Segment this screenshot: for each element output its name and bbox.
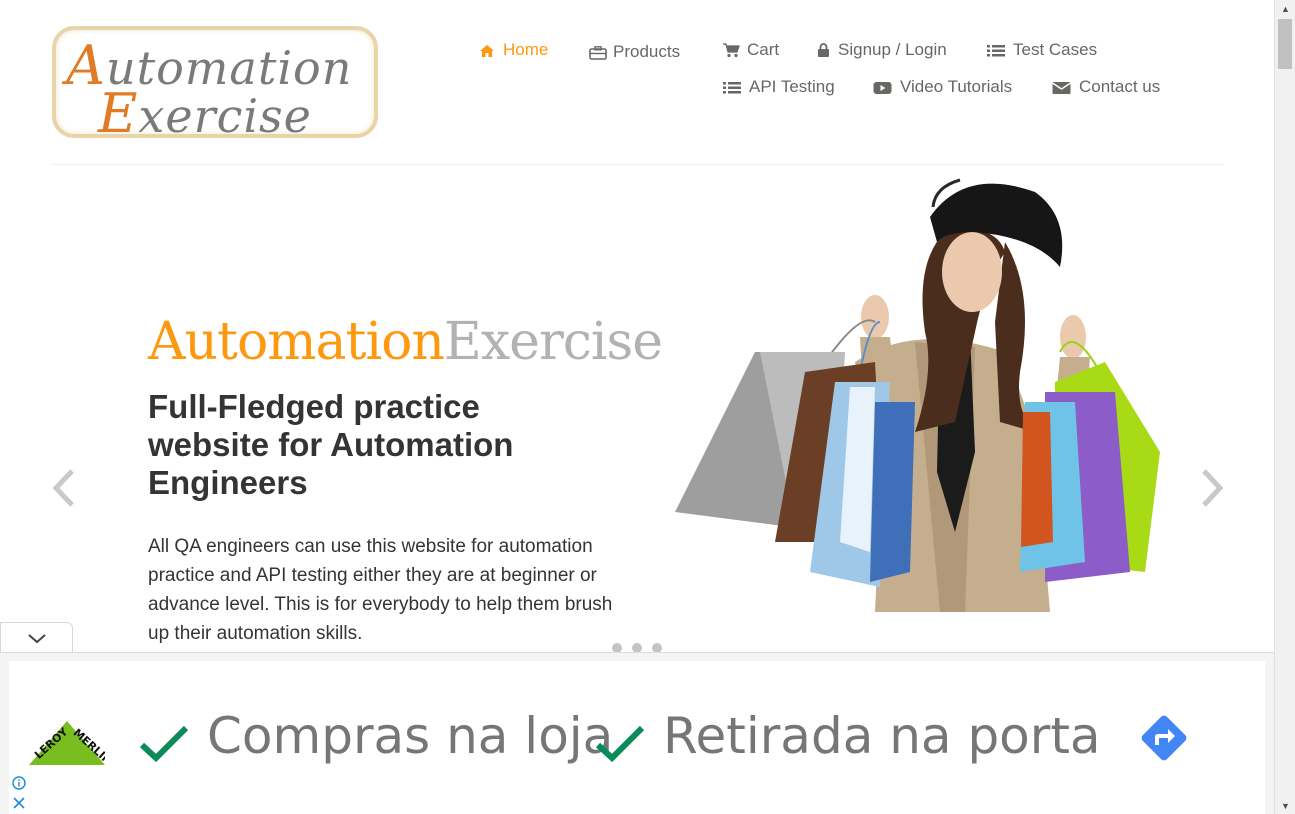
chevron-left-icon [52,469,74,507]
nav-home[interactable]: Home [479,40,548,60]
nav-contact-us-label: Contact us [1079,77,1161,96]
chevron-down-icon [27,633,46,643]
slider-headline: Full-Fledged practice website for Automa… [148,388,514,501]
nav-contact-us[interactable]: Contact us [1052,77,1160,97]
list-icon [723,80,741,94]
nav-test-cases[interactable]: Test Cases [987,40,1097,60]
hero-image [675,172,1165,612]
checkmark-icon [139,725,189,763]
ad-collapse-button[interactable] [0,622,73,654]
list-icon [987,43,1005,57]
leroy-merlin-logo: LEROY MERLIN [29,713,114,767]
slider-description: All QA engineers can use this website fo… [148,536,613,644]
nav-signup-login[interactable]: Signup / Login [817,40,947,60]
logo-line-2: Exercise [98,82,312,145]
envelope-icon [1052,80,1071,94]
nav-cart-label: Cart [747,40,780,59]
directions-icon[interactable] [1135,709,1193,767]
ad-content[interactable]: LEROY MERLIN Compras na loja Retirada na… [9,661,1265,814]
nav-video-tutorials-label: Video Tutorials [900,77,1013,96]
nav-cart[interactable]: Cart [723,40,779,60]
site-logo[interactable]: Automation Exercise [52,26,378,145]
scroll-down-arrow-icon[interactable]: ▼ [1275,797,1295,814]
chevron-right-icon [1202,469,1224,507]
shopping-cart-icon [723,43,740,58]
home-icon [479,43,495,57]
ad-item-door-pickup: Retirada na porta [663,707,1101,765]
briefcase-icon [589,45,607,60]
scroll-up-arrow-icon[interactable]: ▲ [1275,0,1295,17]
slider-next-button[interactable] [1196,468,1226,508]
slider-prev-button[interactable] [50,468,80,508]
nav-api-testing-label: API Testing [749,77,835,96]
nav-products[interactable]: Products [589,42,680,62]
slider-brand: AutomationExercise [148,312,663,372]
page-scrollbar[interactable]: ▲ ▼ [1274,0,1295,814]
nav-signup-login-label: Signup / Login [838,40,947,59]
ad-item-store-purchase: Compras na loja [207,707,614,765]
lock-icon [817,43,830,57]
scrollbar-thumb[interactable] [1278,19,1292,69]
youtube-play-icon [873,80,892,94]
nav-video-tutorials[interactable]: Video Tutorials [873,77,1012,97]
nav-products-label: Products [613,42,681,61]
header-divider [52,164,1224,165]
ad-close-icon[interactable] [12,796,26,810]
nav-test-cases-label: Test Cases [1013,40,1098,59]
nav-api-testing[interactable]: API Testing [723,77,835,97]
nav-home-label: Home [503,40,549,59]
checkmark-icon [595,725,645,763]
ad-info-icon[interactable] [12,776,26,790]
ad-banner: LEROY MERLIN Compras na loja Retirada na… [0,652,1274,814]
